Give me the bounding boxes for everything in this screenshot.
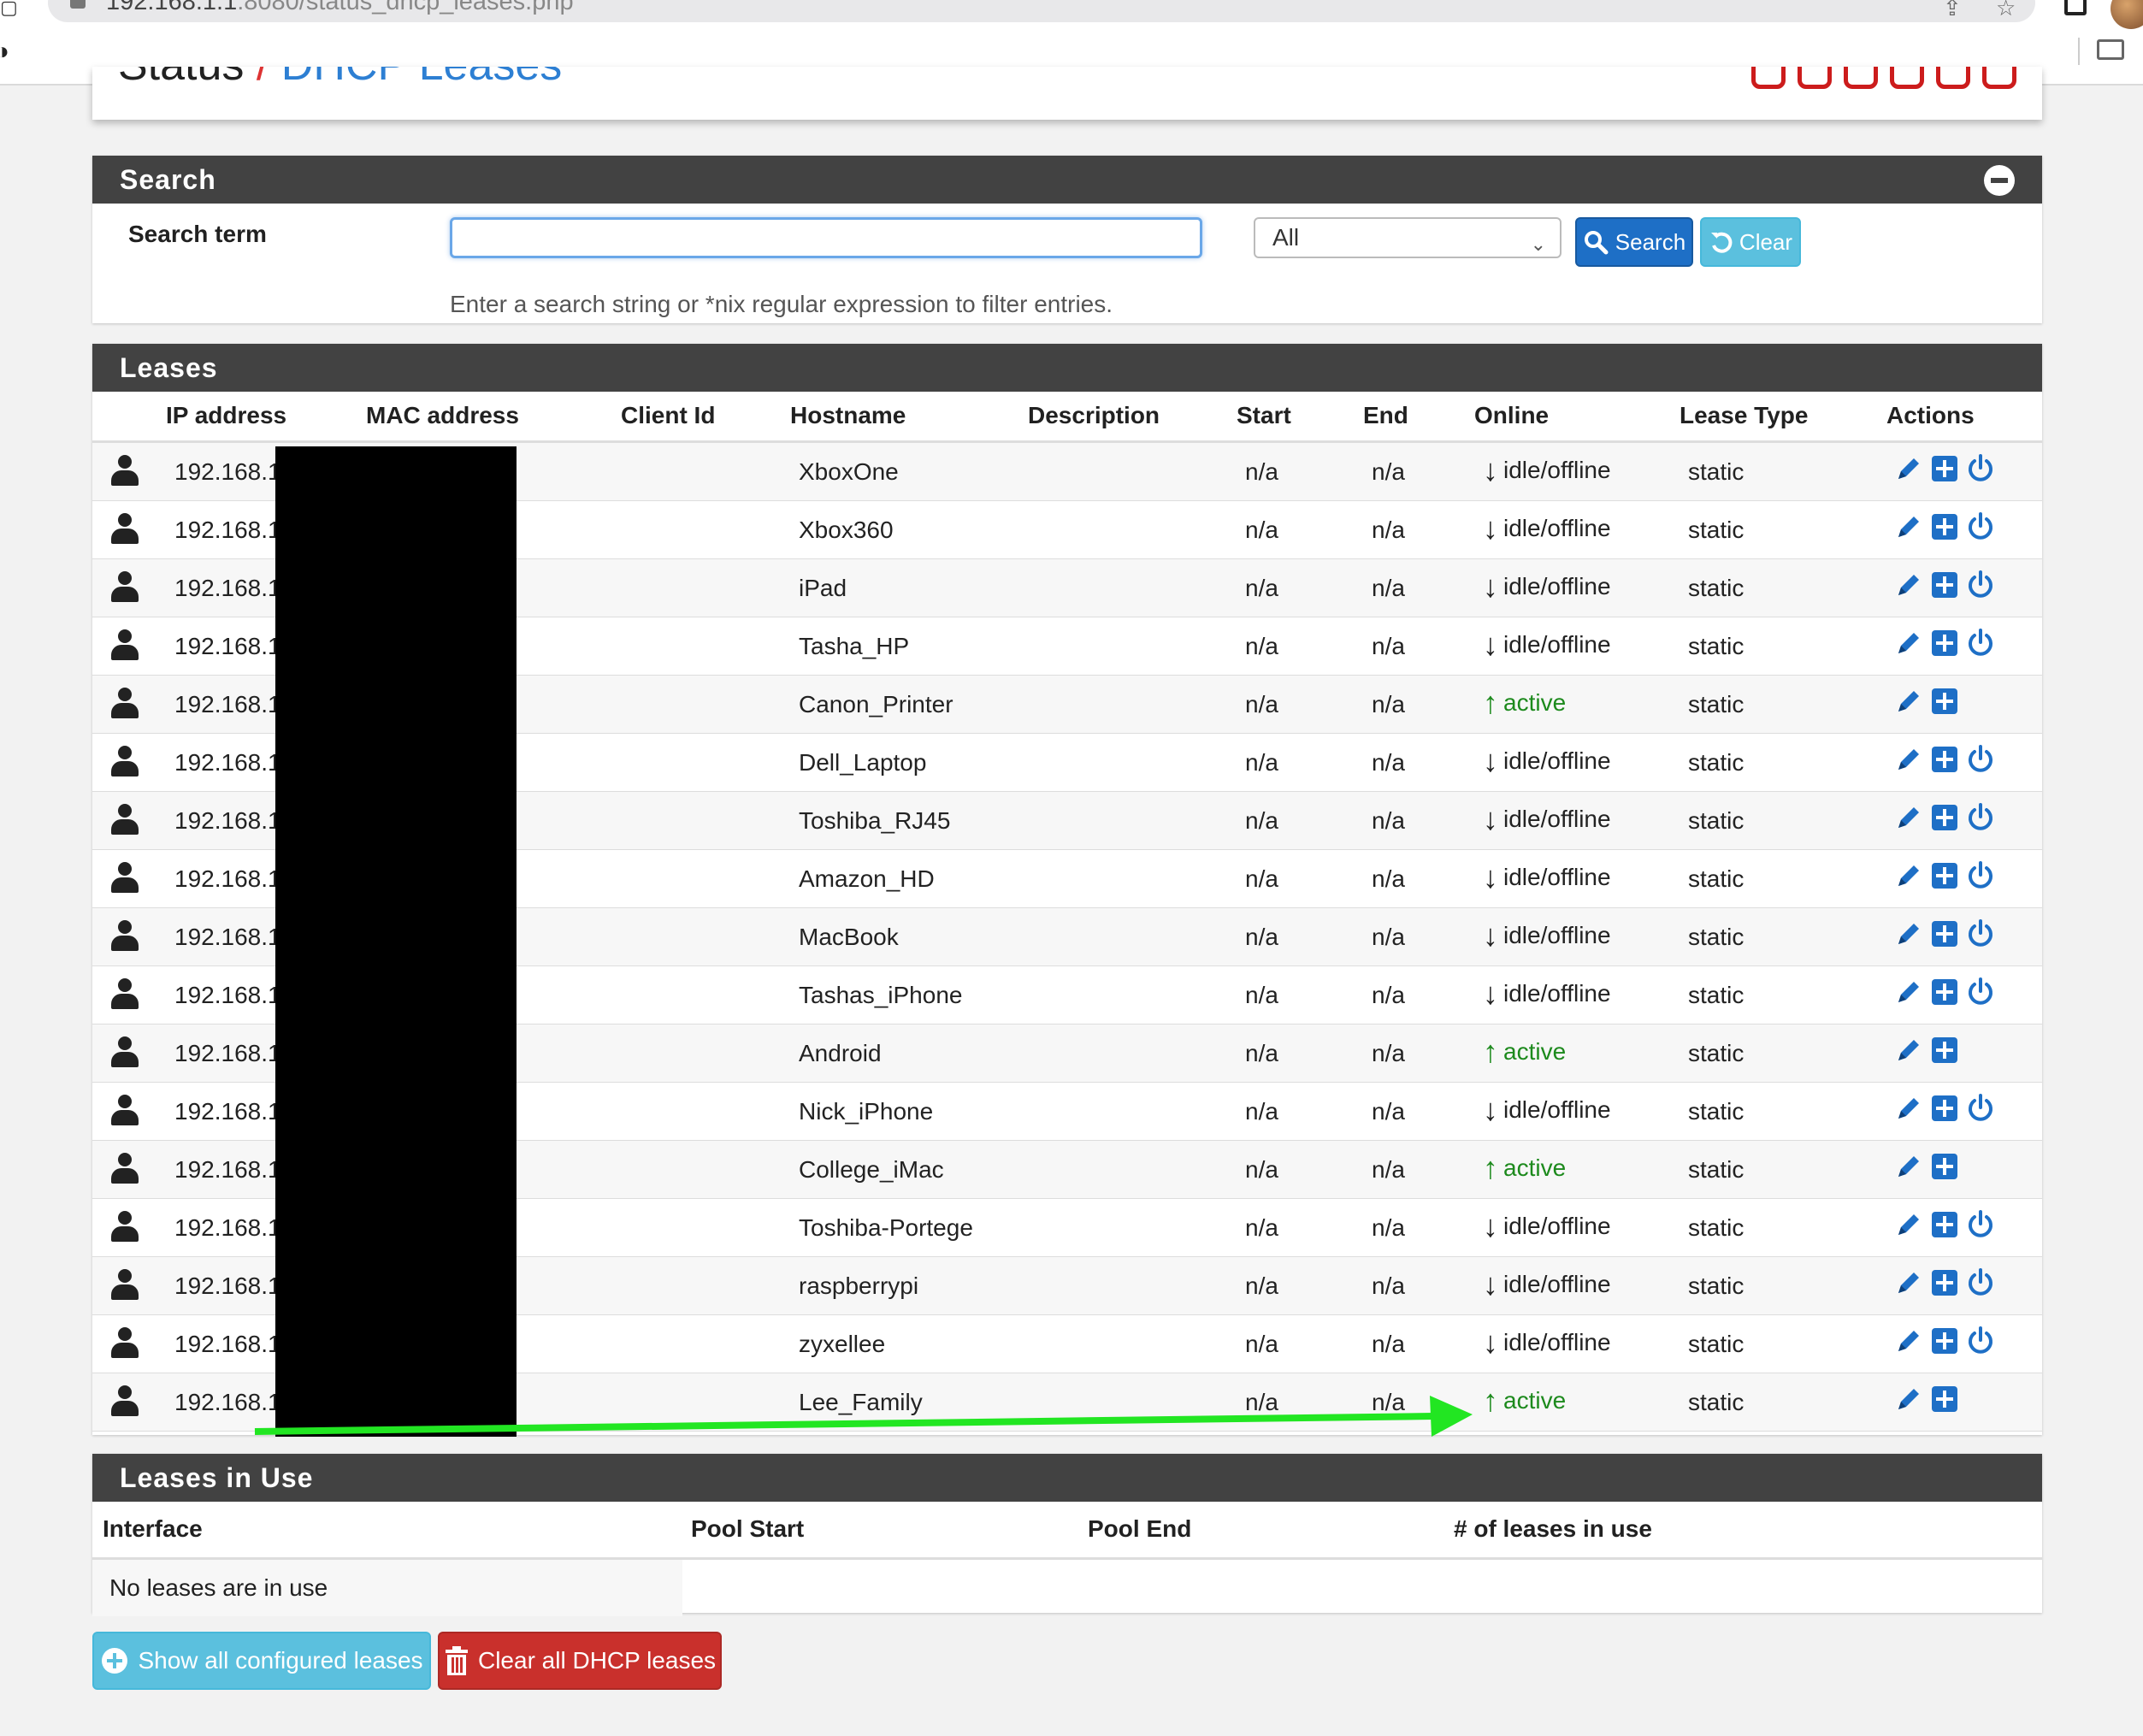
annotation-arrow xyxy=(254,1396,1473,1437)
